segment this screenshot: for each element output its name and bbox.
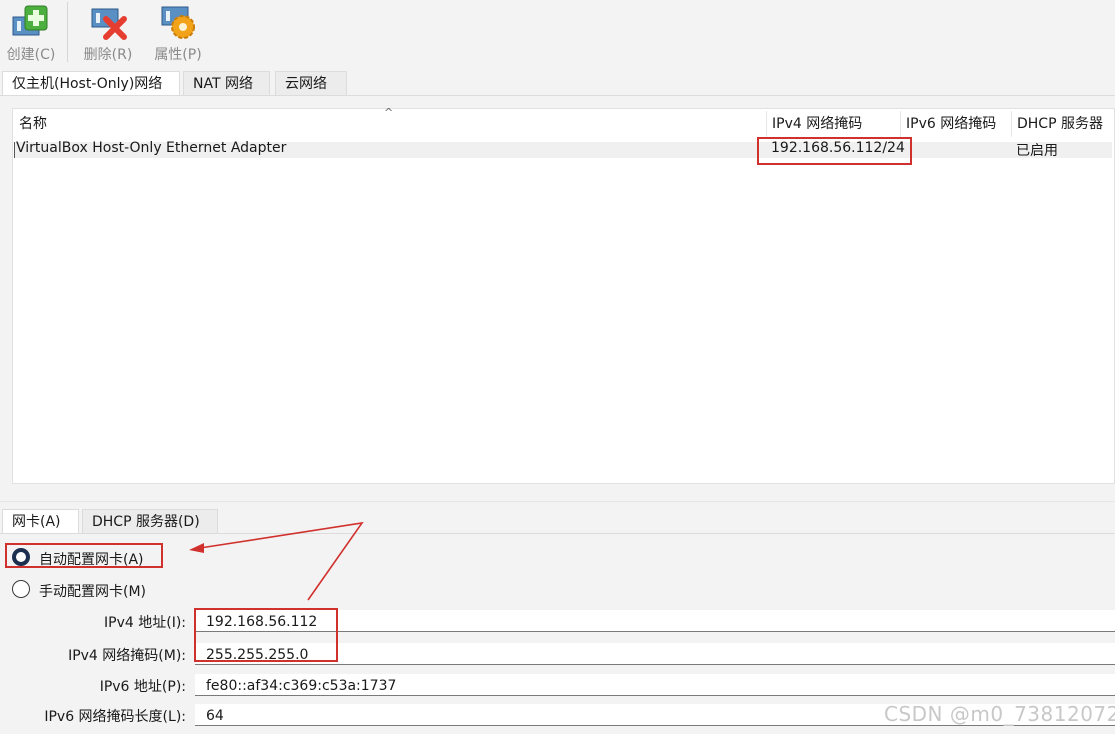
- annotation-arrow-icon: [189, 521, 364, 601]
- watermark-text: CSDN @m0_73812072: [884, 702, 1115, 726]
